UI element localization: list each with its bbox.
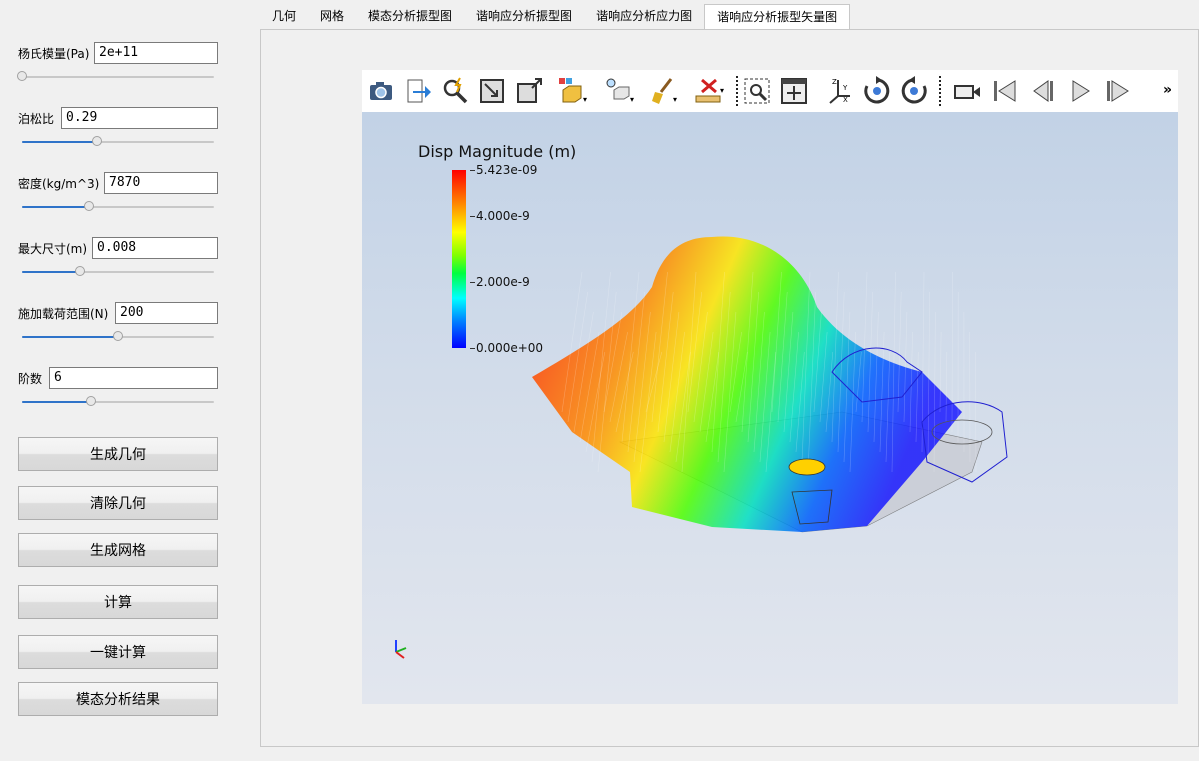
one-click-compute-button[interactable]: 一键计算 — [18, 635, 218, 669]
density-slider[interactable] — [22, 201, 214, 213]
poisson-ratio-input[interactable]: 0.29 — [61, 107, 218, 129]
order-label: 阶数 — [18, 372, 43, 386]
tab-harmonic-shape[interactable]: 谐响应分析振型图 — [464, 4, 584, 29]
tab-harmonic-vector[interactable]: 谐响应分析振型矢量图 — [704, 4, 851, 30]
displacement-vector-field — [395, 236, 1008, 659]
poisson-ratio-slider[interactable] — [22, 136, 214, 148]
next-frame-icon[interactable] — [1102, 76, 1132, 106]
query-icon[interactable] — [440, 76, 470, 106]
generate-mesh-button[interactable]: 生成网格 — [18, 533, 218, 567]
modal-results-button[interactable]: 模态分析结果 — [18, 682, 218, 716]
rotate-cw-icon[interactable] — [862, 76, 892, 106]
first-frame-icon[interactable] — [990, 76, 1020, 106]
svg-text:Z: Z — [832, 78, 837, 86]
orientation-axes — [395, 640, 407, 659]
camera-record-icon[interactable] — [952, 76, 982, 106]
light-icon[interactable]: ▾ — [604, 76, 634, 106]
generate-geometry-button[interactable]: 生成几何 — [18, 437, 218, 471]
load-range-label: 施加载荷范围(N) — [18, 307, 109, 321]
camera-icon[interactable] — [366, 76, 396, 106]
tab-mesh[interactable]: 网格 — [308, 4, 356, 29]
youngs-modulus-input[interactable]: 2e+11 — [94, 42, 218, 64]
youngs-modulus-slider[interactable] — [17, 71, 214, 83]
svg-text:▾: ▾ — [583, 95, 587, 104]
max-size-slider[interactable] — [22, 266, 214, 278]
svg-text:▾: ▾ — [630, 95, 634, 104]
more-tools-button[interactable]: » — [1163, 82, 1172, 98]
reset-zoom-icon[interactable] — [477, 76, 507, 106]
youngs-modulus-label: 杨氏模量(Pa) — [18, 47, 90, 61]
tab-modal-shape[interactable]: 模态分析振型图 — [356, 4, 464, 29]
ruler-icon[interactable]: ▾ — [694, 76, 724, 106]
rotate-ccw-icon[interactable] — [899, 76, 929, 106]
load-range-input[interactable]: 200 — [115, 302, 218, 324]
svg-text:X: X — [843, 96, 848, 104]
view-toolbar: ▾ ▾ ▾ ▾ ZYX » — [362, 70, 1178, 112]
svg-text:▾: ▾ — [720, 86, 724, 95]
representation-icon[interactable]: ▾ — [557, 76, 587, 106]
clear-geometry-button[interactable]: 清除几何 — [18, 486, 218, 520]
tab-geometry[interactable]: 几何 — [260, 4, 308, 29]
export-icon[interactable] — [403, 76, 433, 106]
svg-text:Y: Y — [842, 84, 848, 92]
3d-scene[interactable]: Disp Magnitude (m) 5.423e-09 4.000e-9 2.… — [362, 112, 1178, 704]
max-size-label: 最大尺寸(m) — [18, 242, 88, 256]
compute-button[interactable]: 计算 — [18, 585, 218, 619]
density-input[interactable]: 7870 — [104, 172, 218, 194]
tab-bar: 几何 网格 模态分析振型图 谐响应分析振型图 谐响应分析应力图 谐响应分析振型矢… — [260, 4, 851, 30]
axes-orientation-icon[interactable]: ZYX — [824, 76, 854, 106]
svg-text:▾: ▾ — [673, 95, 677, 104]
density-label: 密度(kg/m^3) — [18, 177, 100, 191]
play-icon[interactable] — [1065, 76, 1095, 106]
zoom-to-box-icon[interactable] — [742, 76, 772, 106]
render-view: ▾ ▾ ▾ ▾ ZYX » Disp Magnitude (m) 5.423e-… — [362, 70, 1178, 704]
clear-icon[interactable]: ▾ — [649, 76, 679, 106]
previous-frame-icon[interactable] — [1028, 76, 1058, 106]
order-slider[interactable] — [22, 396, 214, 408]
order-input[interactable]: 6 — [49, 367, 218, 389]
load-range-slider[interactable] — [22, 331, 214, 343]
fit-view-icon[interactable] — [779, 76, 809, 106]
tab-harmonic-stress[interactable]: 谐响应分析应力图 — [584, 4, 704, 29]
poisson-ratio-label: 泊松比 — [18, 112, 55, 126]
select-box-icon[interactable] — [514, 76, 544, 106]
max-size-input[interactable]: 0.008 — [92, 237, 218, 259]
